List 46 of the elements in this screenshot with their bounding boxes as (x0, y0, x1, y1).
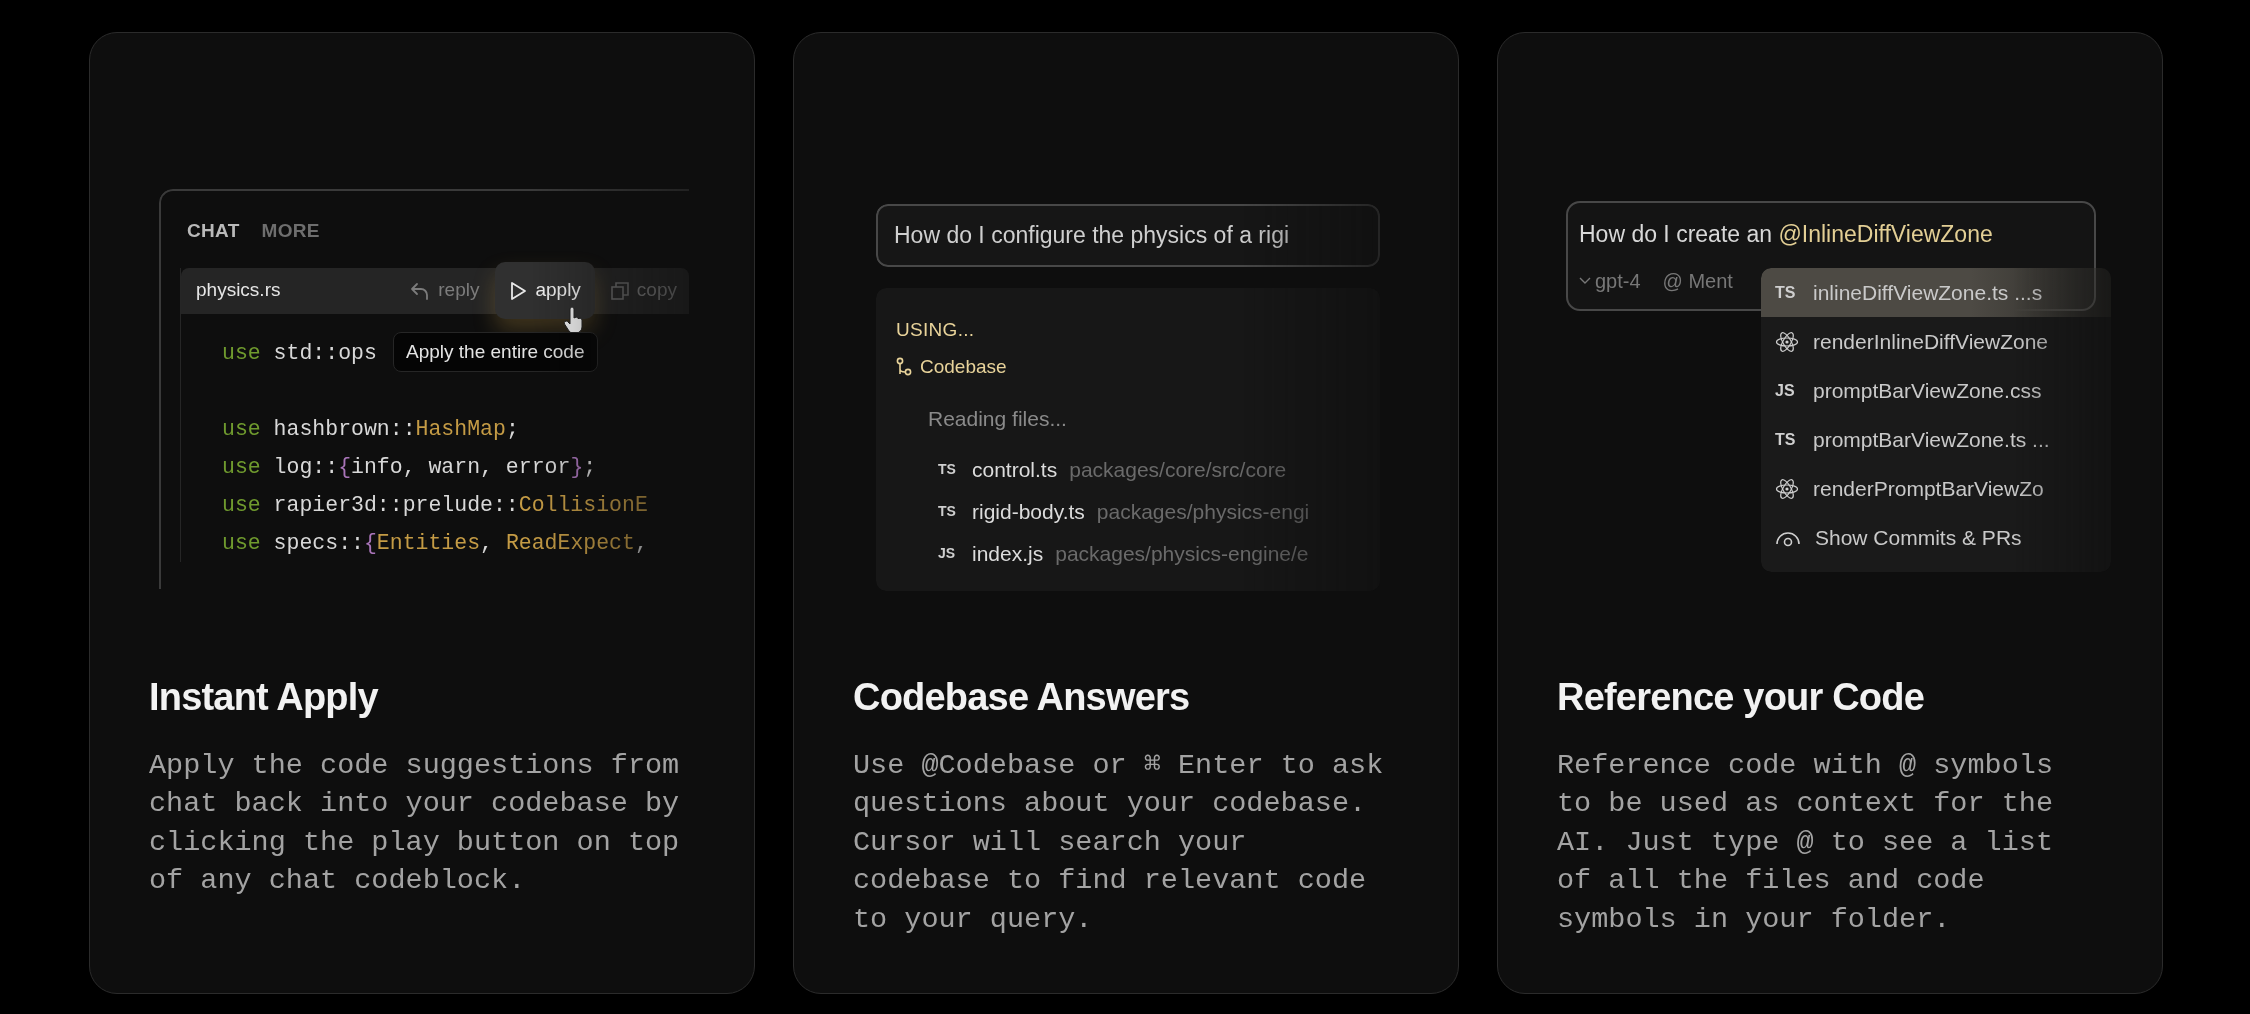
prompt-text: How do I create an @InlineDiffViewZone (1579, 220, 1994, 249)
code-line: use log::{info, warn, error}; (222, 453, 597, 481)
progress-text: Reading files... (928, 406, 1068, 432)
copy-icon (610, 281, 629, 300)
query-field[interactable]: How do I configure the physics of a rigi (876, 204, 1380, 267)
card-description: Reference code with @ symbols to be used as context for the AI. Just type @ to see a list of all the files and code symbols in your folder. (1557, 747, 2054, 938)
file-type-label: TS (938, 502, 957, 521)
file-path: packages/core/src/core (1069, 456, 1287, 483)
code-line: use std::ops (222, 339, 377, 367)
file-name: rigid-body.ts (972, 498, 1085, 525)
card-title: Reference your Code (1557, 677, 1926, 719)
tab[interactable]: CHAT (180, 211, 247, 252)
tooltip: Apply the entire code (393, 331, 598, 373)
file-name: control.ts (972, 456, 1058, 483)
model-selector[interactable]: gpt-4 (1579, 265, 1641, 296)
source-label: Codebase (920, 354, 1007, 379)
file-type-label: JS (938, 544, 957, 563)
suggestion-item[interactable]: JS promptBarViewZone.css (1761, 366, 2111, 415)
chevron-down-icon (1579, 276, 1591, 285)
card-description: Use @Codebase or ⌘ Enter to ask questions about your codebase. Cursor will search your codebase to find relevant code to your query. (853, 747, 1385, 938)
reply-arrow-icon (410, 280, 431, 301)
file-path: packages/physics-engi (1096, 498, 1310, 525)
branch-icon (896, 356, 912, 377)
mention-hint: @ Ment (1662, 268, 1733, 294)
card-title: Codebase Answers (853, 677, 1191, 719)
code-line: use specs::{Entities, ReadExpect, (222, 529, 648, 557)
file-name: physics.rs (196, 278, 281, 303)
play-icon (509, 280, 528, 301)
suggestion-item[interactable]: TS promptBarViewZone.ts ... (1761, 415, 2111, 464)
file-name: index.js (972, 540, 1044, 567)
code-line: use hashbrown::HashMap; (222, 415, 519, 443)
suggestion-item[interactable]: TS inlineDiffViewZone.ts ...s (1761, 268, 2111, 317)
file-path: packages/physics-engine/e (1055, 540, 1309, 567)
reply-button[interactable]: reply (398, 268, 492, 313)
tab[interactable]: MORE (254, 211, 327, 252)
atom-icon (1775, 476, 1799, 501)
card-description: Apply the code suggestions from chat back into your codebase by clicking the play button on top of any chat codeblock. (149, 747, 681, 900)
file-type-label: TS (938, 460, 957, 479)
code-line: use rapier3d::prelude::CollisionE (222, 491, 648, 519)
hand-cursor-icon (562, 306, 585, 335)
suggestion-item[interactable]: Show Commits & PRs (1761, 513, 2111, 562)
status-label: USING... (896, 318, 976, 342)
card-title: Instant Apply (149, 677, 380, 719)
suggestion-item[interactable]: renderInlineDiffViewZone (1761, 317, 2111, 366)
suggestion-item[interactable]: renderPromptBarViewZo (1761, 464, 2111, 513)
atom-icon (1775, 329, 1799, 354)
